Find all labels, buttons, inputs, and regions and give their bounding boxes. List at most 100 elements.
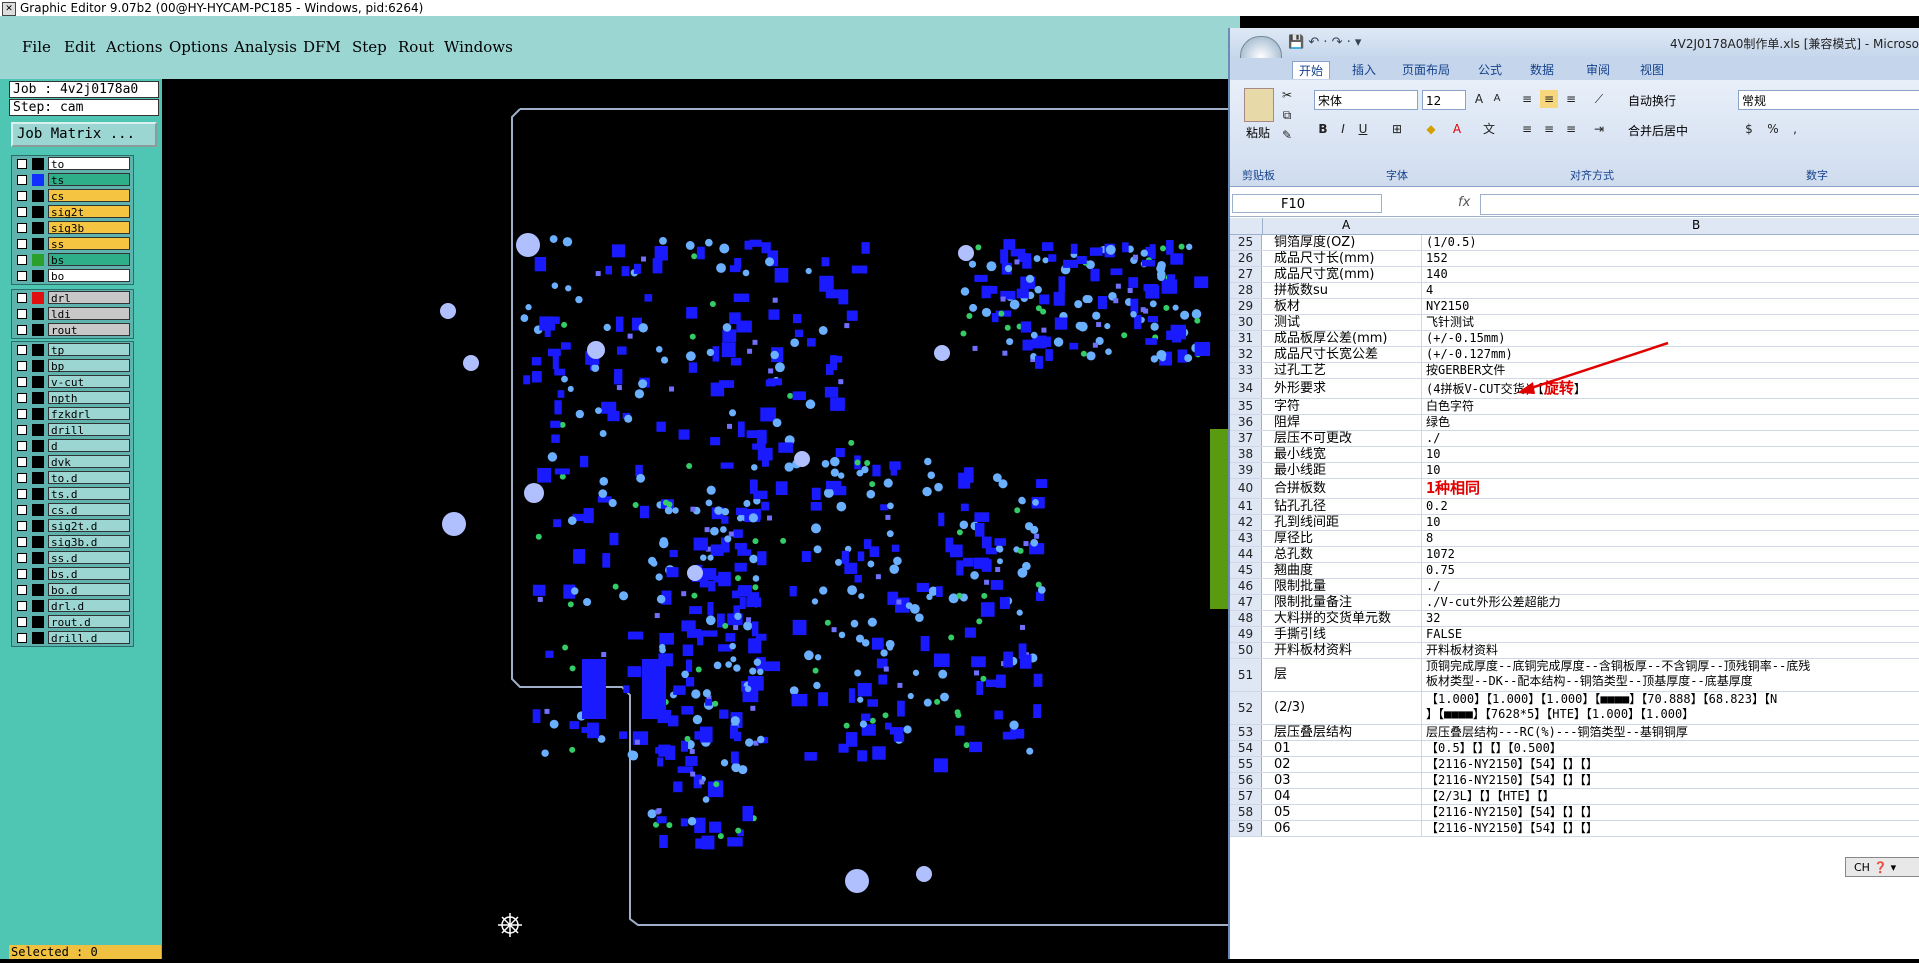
layer-checkbox[interactable] bbox=[17, 617, 27, 627]
layer-name[interactable]: ss bbox=[48, 237, 130, 251]
cell-a[interactable]: 01 bbox=[1272, 741, 1422, 756]
italic-icon[interactable]: I bbox=[1334, 120, 1352, 138]
layer-name[interactable]: bo bbox=[48, 269, 130, 283]
layer-row-ge.layers_group1-4[interactable]: sig3b bbox=[12, 220, 133, 236]
row-number[interactable]: 51 bbox=[1230, 659, 1262, 691]
sheet-row[interactable]: 56 03 【2116-NY2150】【54】【】【】 bbox=[1230, 773, 1919, 789]
layer-name[interactable]: sig3b.d bbox=[48, 535, 130, 549]
pcb-canvas[interactable] bbox=[162, 79, 1240, 959]
sheet-row[interactable]: 36 阻焊 绿色 bbox=[1230, 415, 1919, 431]
row-number[interactable]: 39 bbox=[1230, 463, 1262, 478]
cell-b[interactable]: 0.75 bbox=[1423, 563, 1919, 578]
format-painter-icon[interactable]: ✎ bbox=[1278, 126, 1296, 144]
function-icon[interactable]: fx bbox=[1458, 195, 1470, 210]
layer-row-ge.layers_group1-6[interactable]: bs bbox=[12, 252, 133, 268]
shrink-font-icon[interactable]: A bbox=[1488, 90, 1506, 108]
cell-a[interactable]: 层 bbox=[1272, 659, 1422, 691]
cell-a[interactable]: 层压不可更改 bbox=[1272, 431, 1422, 446]
tab-insert[interactable]: 插入 bbox=[1352, 61, 1376, 78]
layer-checkbox[interactable] bbox=[17, 223, 27, 233]
cut-icon[interactable]: ✂ bbox=[1278, 86, 1296, 104]
cell-b[interactable]: ./V-cut外形公差超能力 bbox=[1423, 595, 1919, 610]
layer-name[interactable]: ldi bbox=[48, 307, 130, 321]
align-left-icon[interactable]: ≡ bbox=[1518, 120, 1536, 138]
row-number[interactable]: 38 bbox=[1230, 447, 1262, 462]
sheet-row[interactable]: 48 大料拼的交货单元数 32 bbox=[1230, 611, 1919, 627]
formula-input[interactable] bbox=[1480, 194, 1919, 215]
layer-name[interactable]: fzkdrl bbox=[48, 407, 130, 421]
cell-b[interactable]: 【1.000】【1.000】【1.000】【■■■■】【70.888】【68.8… bbox=[1423, 692, 1919, 724]
row-number[interactable]: 37 bbox=[1230, 431, 1262, 446]
layer-row-ge.layers_group2-0[interactable]: drl bbox=[12, 290, 133, 306]
ime-indicator[interactable]: CH ❓ ▾ bbox=[1845, 857, 1919, 877]
cell-b[interactable]: 10 bbox=[1423, 463, 1919, 478]
layer-checkbox[interactable] bbox=[17, 489, 27, 499]
cell-b[interactable]: 140 bbox=[1423, 267, 1919, 282]
grow-font-icon[interactable]: A bbox=[1470, 90, 1488, 108]
paste-icon[interactable] bbox=[1244, 88, 1274, 122]
accounting-icon[interactable]: $ bbox=[1740, 120, 1758, 138]
sheet-row[interactable]: 27 成品尺寸宽(mm) 140 bbox=[1230, 267, 1919, 283]
row-number[interactable]: 28 bbox=[1230, 283, 1262, 298]
menu-rout[interactable]: Rout bbox=[398, 38, 434, 56]
cell-a[interactable]: (2/3) bbox=[1272, 692, 1422, 724]
cell-a[interactable]: 限制批量 bbox=[1272, 579, 1422, 594]
cell-a[interactable]: 板材 bbox=[1272, 299, 1422, 314]
sheet-row[interactable]: 40 合拼板数 1种相同 bbox=[1230, 479, 1919, 499]
cell-a[interactable]: 翘曲度 bbox=[1272, 563, 1422, 578]
menu-actions[interactable]: Actions bbox=[106, 38, 162, 56]
cell-a[interactable]: 厚径比 bbox=[1272, 531, 1422, 546]
job-matrix-button[interactable]: Job Matrix ... bbox=[11, 122, 157, 147]
bold-icon[interactable]: B bbox=[1314, 120, 1332, 138]
layer-checkbox[interactable] bbox=[17, 409, 27, 419]
column-header-a[interactable]: A bbox=[1342, 218, 1350, 232]
cell-b[interactable]: 【2/3L】【】【HTE】【】 bbox=[1423, 789, 1919, 804]
quick-access-toolbar[interactable]: 💾 ↶ · ↷ · ▾ bbox=[1288, 35, 1361, 50]
layer-name[interactable]: drill.d bbox=[48, 631, 130, 645]
align-bottom-icon[interactable]: ≡ bbox=[1562, 90, 1580, 108]
layer-row-ge.layers_group3-8[interactable]: to.d bbox=[12, 470, 133, 486]
tab-home[interactable]: 开始 bbox=[1292, 61, 1331, 79]
row-number[interactable]: 54 bbox=[1230, 741, 1262, 756]
layer-row-ge.layers_group2-1[interactable]: ldi bbox=[12, 306, 133, 322]
sheet-row[interactable]: 41 钻孔孔径 0.2 bbox=[1230, 499, 1919, 515]
cell-b[interactable]: 【2116-NY2150】【54】【】【】 bbox=[1423, 821, 1919, 836]
menu-edit[interactable]: Edit bbox=[64, 38, 95, 56]
layer-checkbox[interactable] bbox=[17, 457, 27, 467]
cell-b[interactable]: 开料板材资料 bbox=[1423, 643, 1919, 658]
layer-name[interactable]: v-cut bbox=[48, 375, 130, 389]
sheet-row[interactable]: 58 05 【2116-NY2150】【54】【】【】 bbox=[1230, 805, 1919, 821]
cell-b[interactable]: 【2116-NY2150】【54】【】【】 bbox=[1423, 757, 1919, 772]
comma-icon[interactable]: , bbox=[1786, 120, 1804, 138]
cell-a[interactable]: 测试 bbox=[1272, 315, 1422, 330]
orientation-icon[interactable]: ⟋ bbox=[1590, 90, 1608, 108]
sheet-row[interactable]: 28 拼板数su 4 bbox=[1230, 283, 1919, 299]
layer-row-ge.layers_group3-17[interactable]: rout.d bbox=[12, 614, 133, 630]
cell-a[interactable]: 总孔数 bbox=[1272, 547, 1422, 562]
cell-b[interactable]: 1种相同 bbox=[1423, 479, 1919, 498]
layer-name[interactable]: drl.d bbox=[48, 599, 130, 613]
layer-row-ge.layers_group3-5[interactable]: drill bbox=[12, 422, 133, 438]
layer-row-ge.layers_group3-16[interactable]: drl.d bbox=[12, 598, 133, 614]
layer-name[interactable]: sig3b bbox=[48, 221, 130, 235]
layer-checkbox[interactable] bbox=[17, 207, 27, 217]
layer-row-ge.layers_group3-7[interactable]: dvk bbox=[12, 454, 133, 470]
cell-b[interactable]: 飞针测试 bbox=[1423, 315, 1919, 330]
layer-checkbox[interactable] bbox=[17, 361, 27, 371]
layer-checkbox[interactable] bbox=[17, 601, 27, 611]
layer-row-ge.layers_group3-3[interactable]: npth bbox=[12, 390, 133, 406]
layer-checkbox[interactable] bbox=[17, 271, 27, 281]
cell-b[interactable]: 【2116-NY2150】【54】【】【】 bbox=[1423, 773, 1919, 788]
sheet-row[interactable]: 37 层压不可更改 ./ bbox=[1230, 431, 1919, 447]
cell-b[interactable]: 顶铜完成厚度--底铜完成厚度--含铜板厚--不含铜厚--顶残铜率--底残 板材类型… bbox=[1423, 659, 1919, 691]
sheet-row[interactable]: 25 铜箔厚度(OZ) (1/0.5) bbox=[1230, 235, 1919, 251]
layer-checkbox[interactable] bbox=[17, 377, 27, 387]
copy-icon[interactable]: ⧉ bbox=[1278, 106, 1296, 124]
row-number[interactable]: 56 bbox=[1230, 773, 1262, 788]
menu-windows[interactable]: Windows bbox=[444, 38, 513, 56]
layer-name[interactable]: dvk bbox=[48, 455, 130, 469]
cell-a[interactable]: 字符 bbox=[1272, 399, 1422, 414]
cell-a[interactable]: 03 bbox=[1272, 773, 1422, 788]
row-number[interactable]: 58 bbox=[1230, 805, 1262, 820]
sheet-row[interactable]: 59 06 【2116-NY2150】【54】【】【】 bbox=[1230, 821, 1919, 837]
